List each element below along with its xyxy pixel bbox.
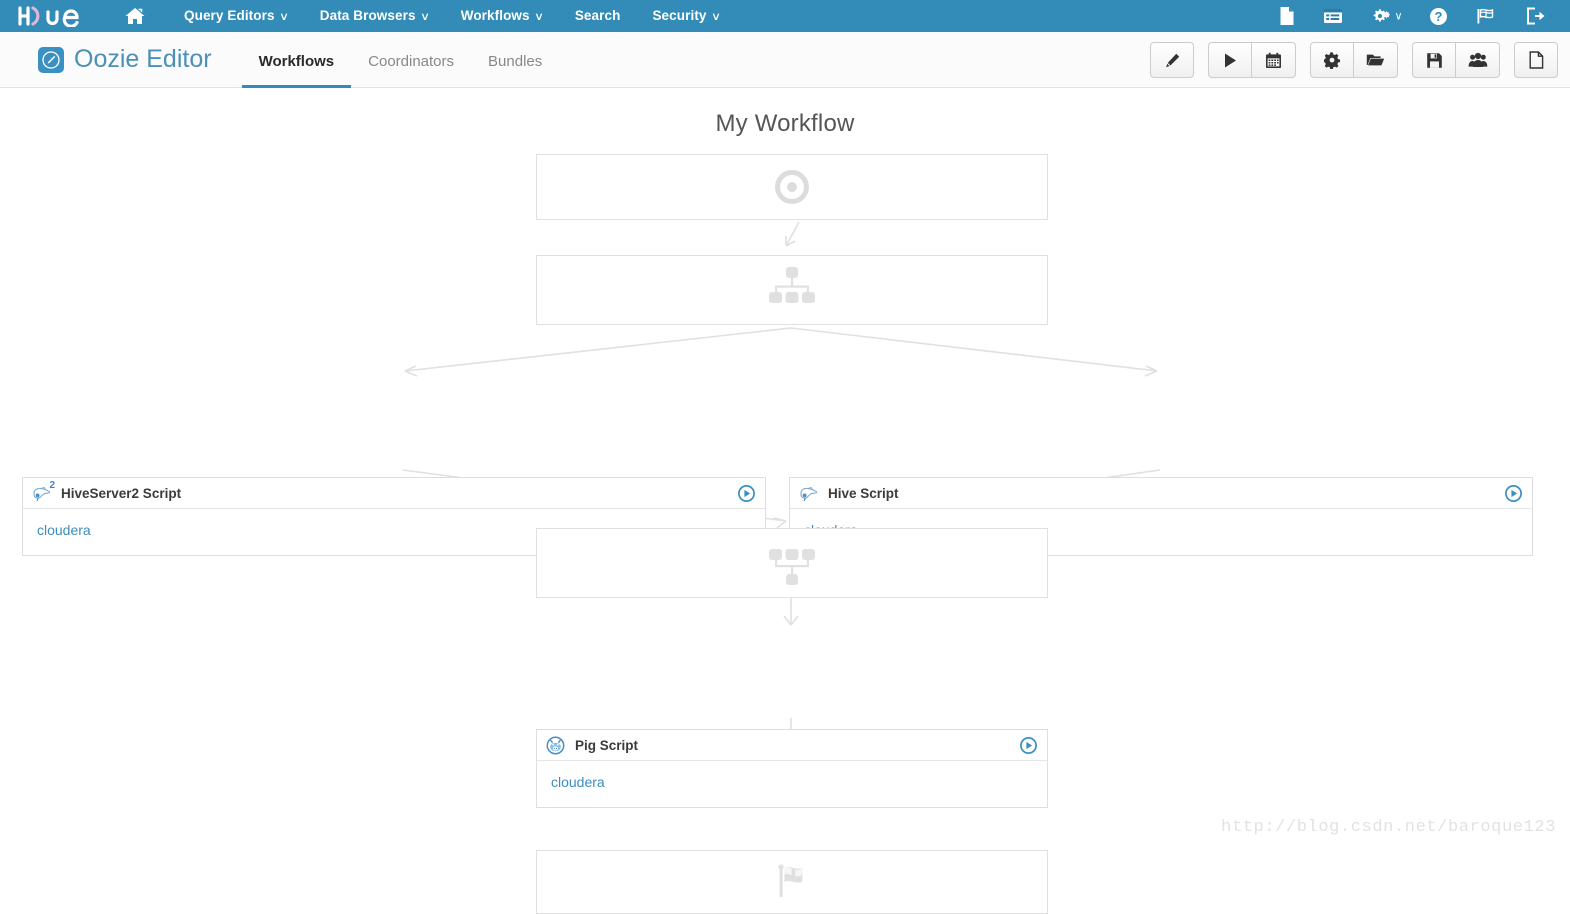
nav-item-search[interactable]: Search (559, 0, 637, 32)
svg-text:∨: ∨ (1395, 11, 1402, 23)
toolbar-group-persist (1412, 42, 1500, 78)
editor-toolbar (1136, 42, 1558, 78)
subheader-tabs: Workflows Coordinators Bundles (241, 32, 560, 88)
settings-button[interactable] (1310, 42, 1354, 78)
join-sitemap-icon (769, 549, 815, 585)
nav-item-label: Workflows (460, 7, 530, 23)
svg-text:?: ? (1435, 9, 1443, 24)
new-button[interactable] (1514, 42, 1558, 78)
node-body: cloudera (537, 761, 1047, 808)
workflow-canvas: My Workflow 2 HiveServer2 Script clouder… (0, 88, 1570, 914)
share-button[interactable] (1456, 42, 1500, 78)
play-circle-icon[interactable] (1020, 737, 1037, 759)
chevron-down-icon: ∨ (710, 10, 721, 23)
sign-out-icon[interactable] (1512, 0, 1560, 32)
nav-item-label: Security (652, 7, 707, 23)
node-header: Pig Script (537, 730, 1047, 761)
chevron-down-icon: ∨ (419, 10, 430, 23)
tab-label: Coordinators (368, 52, 455, 70)
nav-item-workflows[interactable]: Workflows ∨ (445, 0, 559, 33)
nav-item-label: Query Editors (184, 7, 275, 23)
workflow-title: My Workflow (715, 110, 855, 137)
end-checkered-flag-icon (778, 864, 803, 897)
submit-button[interactable] (1208, 42, 1252, 78)
save-button[interactable] (1412, 42, 1456, 78)
toolbar-group-edit (1150, 42, 1194, 78)
hive-server2-icon: 2 (32, 480, 55, 503)
jobs-window-icon[interactable] (1309, 0, 1357, 32)
fork-sitemap-icon (769, 267, 815, 303)
open-button[interactable] (1354, 42, 1398, 78)
node-name: Pig Script (575, 737, 639, 753)
hive-version-superscript: 2 (49, 480, 55, 491)
watermark-text: http://blog.csdn.net/baroque123 (1221, 818, 1556, 837)
tab-coordinators[interactable]: Coordinators (351, 32, 471, 88)
workflow-node-fork[interactable] (536, 255, 1048, 325)
nav-item-query-editors[interactable]: Query Editors ∨ (168, 0, 304, 33)
nav-item-security[interactable]: Security ∨ (636, 0, 735, 33)
pig-icon (546, 735, 568, 755)
toolbar-group-run (1208, 42, 1296, 78)
play-circle-icon[interactable] (738, 485, 755, 507)
play-circle-icon[interactable] (1505, 485, 1522, 507)
workflow-node-start[interactable] (536, 154, 1048, 220)
chevron-down-icon: ∨ (278, 10, 289, 23)
page-title: Oozie Editor (74, 45, 212, 73)
node-header: 2 HiveServer2 Script (23, 478, 765, 509)
tab-workflows[interactable]: Workflows (241, 32, 352, 88)
start-dot-circle-icon (775, 170, 809, 204)
help-question-icon[interactable]: ? (1415, 0, 1462, 32)
pencil-square-icon (38, 46, 64, 73)
toolbar-group-new (1514, 42, 1558, 78)
schedule-button[interactable] (1252, 42, 1296, 78)
home-icon[interactable] (124, 6, 146, 26)
hue-logo[interactable] (16, 5, 98, 27)
toolbar-group-config (1310, 42, 1398, 78)
chevron-down-icon: ∨ (533, 10, 544, 23)
nav-item-data-browsers[interactable]: Data Browsers ∨ (304, 0, 445, 33)
node-document-link[interactable]: cloudera (551, 774, 605, 790)
top-navbar: Query Editors ∨ Data Browsers ∨ Workflows ∨… (0, 0, 1570, 32)
app-subheader: Oozie Editor Workflows Coordinators Bund… (0, 32, 1570, 88)
gears-icon[interactable]: ∨ (1357, 0, 1415, 32)
tab-label: Workflows (258, 52, 335, 70)
navbar-menu: Query Editors ∨ Data Browsers ∨ Workflows ∨… (168, 0, 736, 33)
hive-icon (799, 483, 821, 503)
edit-properties-button[interactable] (1150, 42, 1194, 78)
nav-item-label: Data Browsers (319, 7, 416, 23)
tab-bundles[interactable]: Bundles (471, 32, 559, 88)
navbar-right-icons: ∨ ? (1265, 0, 1560, 32)
workflow-node-end[interactable] (536, 850, 1048, 914)
tab-label: Bundles (488, 52, 543, 70)
node-name: Hive Script (828, 485, 899, 501)
node-name: HiveServer2 Script (61, 485, 182, 501)
flag-icon[interactable] (1462, 0, 1512, 32)
document-icon[interactable] (1265, 0, 1309, 32)
workflow-node-pig-script[interactable]: Pig Script cloudera (536, 729, 1048, 808)
node-document-link[interactable]: cloudera (37, 522, 91, 538)
workflow-node-join[interactable] (536, 528, 1048, 598)
node-header: Hive Script (790, 478, 1532, 509)
nav-item-label: Search (574, 8, 621, 23)
